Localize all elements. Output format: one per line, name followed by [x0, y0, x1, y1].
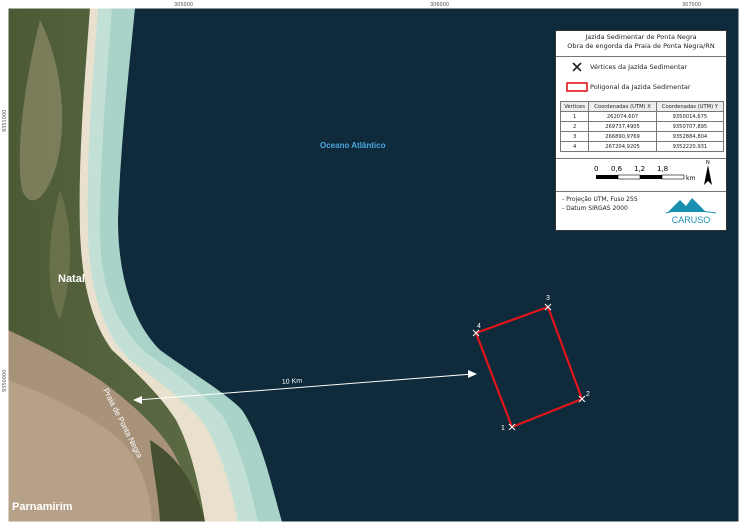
frame-label-left: 9351000	[2, 110, 8, 132]
distance-label: 10 Km	[282, 378, 303, 386]
legend-title-line1: Jazida Sedimentar de Ponta Negra	[585, 33, 697, 41]
frame-label-top: 307000	[682, 2, 701, 8]
table-cell: 266890,9769	[588, 131, 657, 142]
vertex-label-3: 3	[546, 295, 550, 302]
city-label-natal: Natal	[58, 273, 85, 285]
vertex-label-4: 4	[477, 323, 481, 330]
legend-notes: - Projeção UTM, Fuso 25S - Datum SIRGAS …	[556, 191, 726, 227]
table-cell: 267204,9205	[588, 141, 657, 152]
table-cell: 9350014,675	[655, 111, 725, 122]
scale-bar	[596, 174, 685, 180]
table-header: Coordenadas (UTM) Y	[655, 101, 725, 112]
city-label-parnamirim: Parnamirim	[12, 501, 73, 513]
x-marker-icon	[564, 62, 590, 72]
caruso-logo: CARUSO	[662, 196, 720, 229]
scale-tick-label: 0,6	[611, 165, 623, 173]
north-arrow-icon	[704, 165, 712, 185]
legend-item-polygon: Poligonal da Jazida Sedimentar	[556, 77, 726, 97]
scale-unit: km	[686, 175, 695, 182]
legend-title: Jazida Sedimentar de Ponta Negra Obra de…	[556, 31, 726, 57]
logo-text: CARUSO	[672, 215, 711, 225]
coordinates-table: Vértices Coordenadas (UTM) X Coordenadas…	[559, 101, 725, 152]
scale-bar-section: 0 0,6 1,2 1,8 km N	[556, 158, 726, 191]
scale-tick-label: 0	[594, 165, 598, 173]
vertex-label-2: 2	[586, 391, 590, 398]
red-rectangle-icon	[564, 82, 590, 92]
table-cell: 9352884,804	[655, 131, 725, 142]
table-cell: 2	[559, 121, 590, 132]
table-row: 1 262074,607 9350014,675	[559, 111, 725, 122]
table-cell: 1	[559, 111, 590, 122]
frame-label-top: 305000	[174, 2, 193, 8]
vertex-label-1: 1	[501, 425, 505, 432]
table-cell: 262074,607	[588, 111, 657, 122]
table-cell: 4	[559, 141, 590, 152]
legend-item-label: Vértices da Jazida Sedimentar	[590, 63, 688, 71]
table-header: Vértices	[559, 101, 590, 112]
table-cell: 9352220,931	[655, 141, 725, 152]
legend-item-vertices: Vértices da Jazida Sedimentar	[556, 57, 726, 77]
table-row: 3 266890,9769 9352884,804	[559, 131, 725, 142]
table-header: Coordenadas (UTM) X	[588, 101, 657, 112]
table-cell: 9350707,895	[655, 121, 725, 132]
table-header-row: Vértices Coordenadas (UTM) X Coordenadas…	[559, 101, 725, 112]
table-row: 2 269737,4905 9350707,895	[559, 121, 725, 132]
table-cell: 3	[559, 131, 590, 142]
scale-tick-label: 1,8	[657, 165, 668, 173]
table-cell: 269737,4905	[588, 121, 657, 132]
ocean-label: Oceano Atlântico	[320, 141, 386, 150]
frame-label-left: 9350000	[2, 370, 8, 392]
frame-label-top: 306000	[430, 2, 449, 8]
legend-title-line2: Obra de engorda da Praia de Ponta Negra/…	[567, 42, 715, 50]
table-row: 4 267204,9205 9352220,931	[559, 141, 725, 152]
north-label: N	[706, 160, 710, 166]
scale-tick-label: 1,2	[634, 165, 645, 173]
legend-panel: Jazida Sedimentar de Ponta Negra Obra de…	[555, 30, 727, 231]
legend-item-label: Poligonal da Jazida Sedimentar	[590, 83, 691, 91]
